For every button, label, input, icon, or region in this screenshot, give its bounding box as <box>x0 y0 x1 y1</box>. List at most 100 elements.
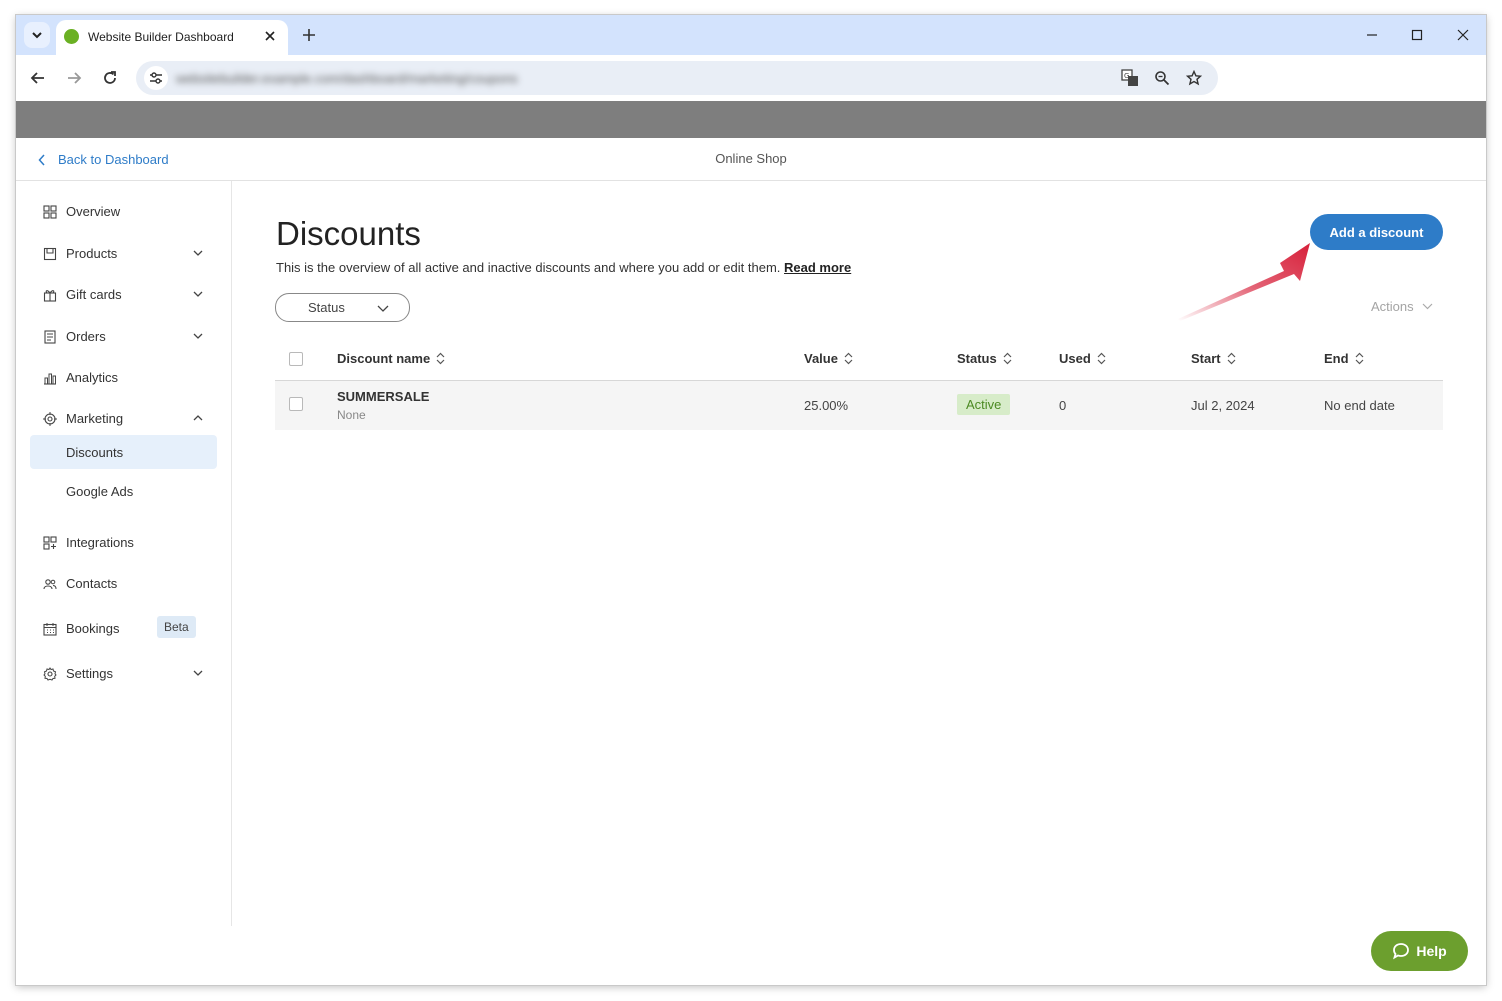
chevron-down-icon <box>191 246 205 260</box>
discount-used: 0 <box>1059 398 1067 413</box>
sidebar-item-gift-cards[interactable]: Gift cards <box>30 277 217 311</box>
table-row[interactable]: SUMMERSALE None 25.00% Active 0 Jul 2, 2… <box>275 381 1443 430</box>
close-window-button[interactable] <box>1451 25 1475 45</box>
sidebar-item-label: Overview <box>66 204 121 219</box>
select-all-checkbox[interactable] <box>289 352 303 366</box>
sidebar-item-label: Analytics <box>66 370 119 385</box>
close-icon <box>1457 29 1469 41</box>
reload-icon <box>104 71 116 84</box>
help-label: Help <box>1416 943 1447 959</box>
status-filter-label: Status <box>308 300 345 315</box>
maximize-button[interactable] <box>1405 25 1429 45</box>
column-header-label: Status <box>957 351 997 366</box>
sidebar: Overview Products Gift cards Orders Anal… <box>16 181 232 926</box>
tab-search-button[interactable] <box>24 22 50 48</box>
status-filter-dropdown[interactable]: Status <box>275 293 410 322</box>
puzzle-grid-icon <box>42 535 58 551</box>
receipt-icon <box>42 329 58 345</box>
column-header-value[interactable]: Value <box>804 351 853 366</box>
beta-badge: Beta <box>157 616 196 638</box>
maximize-icon <box>1411 29 1423 41</box>
forward-button[interactable] <box>63 67 85 89</box>
column-header-label: Used <box>1059 351 1091 366</box>
sidebar-item-label: Products <box>66 246 118 261</box>
chevron-down-icon <box>191 329 205 343</box>
description-text: This is the overview of all active and i… <box>276 260 781 275</box>
discount-value: 25.00% <box>804 398 849 413</box>
add-discount-button[interactable]: Add a discount <box>1310 214 1443 250</box>
sidebar-item-products[interactable]: Products <box>30 236 217 270</box>
back-button[interactable] <box>27 67 49 89</box>
column-header-label: Value <box>804 351 838 366</box>
sort-icon <box>436 352 445 365</box>
sort-icon <box>1097 352 1106 365</box>
target-icon <box>42 411 58 427</box>
sidebar-item-google-ads[interactable]: Google Ads <box>30 474 217 508</box>
sidebar-item-integrations[interactable]: Integrations <box>30 525 217 559</box>
sidebar-item-label: Discounts <box>66 445 124 460</box>
zoom-icon[interactable] <box>1153 69 1171 87</box>
page-title: Discounts <box>276 215 421 252</box>
chevron-up-icon <box>191 411 205 425</box>
toolbar: websitebuilder.example.com/dashboard/mar… <box>16 55 1486 101</box>
row-checkbox[interactable] <box>289 397 303 411</box>
sort-icon <box>1355 352 1363 365</box>
site-info-button[interactable] <box>144 66 168 90</box>
address-bar[interactable]: websitebuilder.example.com/dashboard/mar… <box>136 61 1218 95</box>
browser-tab[interactable]: Website Builder Dashboard <box>56 20 288 55</box>
sidebar-item-label: Gift cards <box>66 287 122 302</box>
sidebar-item-bookings[interactable]: Bookings Beta <box>30 611 217 645</box>
column-header-used[interactable]: Used <box>1059 351 1106 366</box>
column-header-label: End <box>1324 351 1349 366</box>
chevron-down-icon <box>191 666 205 680</box>
status-badge: Active <box>957 394 1011 415</box>
discount-start: Jul 2, 2024 <box>1191 398 1255 413</box>
gift-icon <box>42 287 58 303</box>
sidebar-item-overview[interactable]: Overview <box>30 194 217 228</box>
minimize-icon <box>1367 34 1377 36</box>
reload-button[interactable] <box>99 67 121 89</box>
sidebar-item-marketing[interactable]: Marketing <box>30 401 217 435</box>
discount-end: No end date <box>1324 398 1395 413</box>
plus-icon <box>303 29 315 41</box>
actions-dropdown[interactable]: Actions <box>1371 299 1433 314</box>
sidebar-item-analytics[interactable]: Analytics <box>30 360 217 394</box>
site-favicon-icon <box>64 29 79 44</box>
chevron-down-icon <box>191 287 205 301</box>
tune-icon <box>150 72 162 84</box>
sidebar-item-label: Bookings <box>66 621 120 636</box>
help-button[interactable]: Help <box>1371 931 1468 971</box>
top-banner-bar <box>16 101 1486 138</box>
table-header: Discount name Value Status Used Start En… <box>275 339 1443 381</box>
chat-bubble-icon <box>1393 943 1410 960</box>
sort-icon <box>844 352 853 365</box>
bookmark-star-icon[interactable] <box>1185 69 1203 87</box>
translate-icon[interactable]: G <box>1121 69 1139 87</box>
discount-name[interactable]: SUMMERSALE <box>337 389 429 404</box>
grid-icon <box>42 204 58 220</box>
sidebar-item-orders[interactable]: Orders <box>30 319 217 353</box>
tab-title: Website Builder Dashboard <box>88 30 234 44</box>
close-tab-icon[interactable] <box>262 27 278 45</box>
sidebar-item-settings[interactable]: Settings <box>30 656 217 690</box>
sort-icon <box>1227 352 1236 365</box>
chevron-down-icon <box>376 301 390 315</box>
read-more-link[interactable]: Read more <box>784 260 851 275</box>
new-tab-button[interactable] <box>298 24 320 46</box>
column-header-start[interactable]: Start <box>1191 351 1236 366</box>
sidebar-item-contacts[interactable]: Contacts <box>30 566 217 600</box>
sidebar-item-discounts[interactable]: Discounts <box>30 435 217 469</box>
url-text[interactable]: websitebuilder.example.com/dashboard/mar… <box>176 71 518 86</box>
column-header-discount-name[interactable]: Discount name <box>337 351 445 366</box>
app-header: Back to Dashboard Online Shop <box>16 138 1486 181</box>
column-header-end[interactable]: End <box>1324 351 1364 366</box>
column-header-status[interactable]: Status <box>957 351 1012 366</box>
annotation-arrow-icon <box>1178 243 1310 321</box>
shop-name: Online Shop <box>715 151 787 166</box>
sidebar-item-label: Integrations <box>66 535 134 550</box>
svg-text:G: G <box>1124 72 1129 80</box>
calendar-icon <box>42 621 58 637</box>
minimize-button[interactable] <box>1360 25 1384 45</box>
sidebar-item-label: Marketing <box>66 411 124 426</box>
bar-chart-icon <box>42 370 58 386</box>
